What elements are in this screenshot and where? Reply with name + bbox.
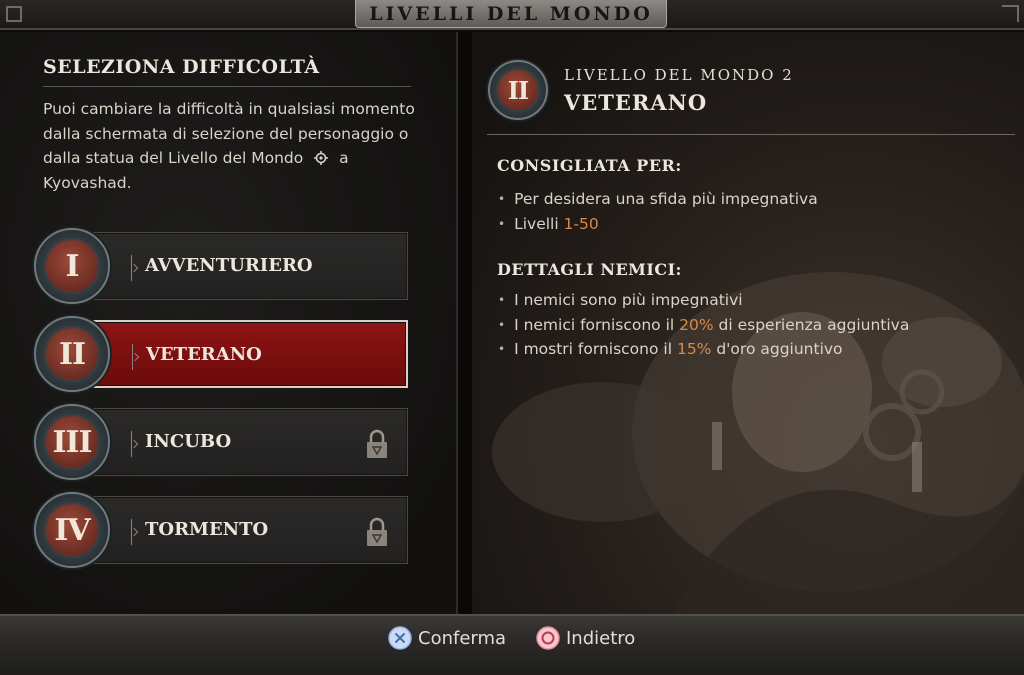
- separator-tick: [131, 519, 132, 545]
- cross-button-icon: [388, 626, 412, 650]
- tier-medal-face: IV: [44, 502, 100, 558]
- difficulty-description: Puoi cambiare la difficoltà in qualsiasi…: [43, 97, 418, 195]
- difficulty-button[interactable]: AVVENTURIERO: [90, 232, 408, 300]
- confirm-button[interactable]: Conferma: [388, 626, 506, 650]
- list-item-text: Per desidera una sfida più impegnativa: [514, 190, 818, 208]
- tier-medal-icon: I: [34, 228, 110, 304]
- separator-tick: [131, 431, 132, 457]
- list-item-text: I nemici sono più impegnativi: [514, 291, 743, 309]
- enemy-details-heading: DETTAGLI NEMICI:: [497, 260, 682, 279]
- title-plate: LIVELLI DEL MONDO: [355, 0, 667, 28]
- difficulty-option-incubo[interactable]: INCUBO III: [34, 404, 412, 480]
- back-label: Indietro: [566, 627, 636, 649]
- recommended-list: Per desidera una sfida più impegnativa L…: [498, 187, 818, 236]
- enemy-details-list: I nemici sono più impegnativi I nemici f…: [498, 288, 909, 362]
- list-item-text: Livelli: [514, 214, 564, 233]
- list-item-highlight: 20%: [679, 315, 714, 334]
- tier-medal-face: II: [44, 326, 100, 382]
- list-item: Livelli 1-50: [498, 212, 818, 237]
- difficulty-button[interactable]: TORMENTO: [90, 496, 408, 564]
- tier-medal-face: I: [44, 238, 100, 294]
- description-text: Puoi cambiare la difficoltà in qualsiasi…: [43, 100, 415, 167]
- difficulty-option-avventuriero[interactable]: AVVENTURIERO I: [34, 228, 412, 304]
- list-item-text: I nemici forniscono il: [514, 315, 680, 334]
- difficulty-label: TORMENTO: [145, 519, 269, 540]
- difficulty-button-selected[interactable]: VETERANO: [90, 320, 408, 388]
- list-item-highlight: 15%: [676, 340, 712, 358]
- tier-medal-icon: III: [34, 404, 110, 480]
- list-item: Per desidera una sfida più impegnativa: [498, 187, 818, 212]
- tier-numeral: II: [58, 336, 86, 372]
- tier-medal-icon: II: [34, 316, 110, 392]
- separator-tick: [131, 255, 132, 281]
- list-item-text-end: di esperienza aggiuntiva: [713, 315, 910, 334]
- list-item-text: I mostri forniscono il: [514, 340, 677, 358]
- separator-tick: [132, 344, 133, 370]
- tier-numeral: II: [507, 75, 529, 105]
- difficulty-label: INCUBO: [145, 431, 232, 452]
- tier-medal-face: III: [44, 414, 100, 470]
- page-title: LIVELLI DEL MONDO: [369, 2, 653, 25]
- panel-divider: [458, 32, 472, 614]
- section-heading: SELEZIONA DIFFICOLTÀ: [43, 56, 320, 78]
- tier-numeral: III: [52, 424, 92, 460]
- tier-medal-icon: IV: [34, 492, 110, 568]
- tier-medal-face: II: [496, 68, 540, 112]
- difficulty-button[interactable]: INCUBO: [90, 408, 408, 476]
- difficulty-option-veterano[interactable]: VETERANO II: [34, 316, 412, 392]
- corner-ornament-icon: [1002, 5, 1019, 22]
- list-item: I mostri forniscono il 15% d'oro aggiunt…: [498, 337, 909, 362]
- tier-numeral: IV: [54, 512, 90, 548]
- list-item-text-end: d'oro aggiuntivo: [711, 340, 843, 358]
- heading-divider: [43, 86, 411, 87]
- footer-bar: Conferma Indietro: [0, 614, 1024, 675]
- tier-medal-icon: II: [488, 60, 548, 120]
- list-item: I nemici sono più impegnativi: [498, 288, 909, 313]
- title-bar: LIVELLI DEL MONDO: [0, 0, 1024, 30]
- menu-corner-icon: [6, 6, 22, 22]
- lock-icon: [367, 429, 387, 458]
- list-item-highlight: 1-50: [563, 214, 599, 233]
- detail-divider: [487, 134, 1015, 135]
- confirm-label: Conferma: [418, 627, 507, 649]
- tier-numeral: I: [65, 248, 79, 284]
- world-tier-icon: [314, 151, 329, 165]
- world-tier-name: VETERANO: [564, 90, 708, 115]
- world-tier-subtitle: LIVELLO DEL MONDO 2: [564, 66, 794, 84]
- difficulty-option-tormento[interactable]: TORMENTO IV: [34, 492, 412, 568]
- lock-icon: [367, 517, 387, 546]
- list-item: I nemici forniscono il 20% di esperienza…: [498, 313, 909, 338]
- difficulty-label: VETERANO: [146, 344, 262, 365]
- difficulty-label: AVVENTURIERO: [145, 255, 313, 276]
- back-button[interactable]: Indietro: [536, 626, 635, 650]
- recommended-heading: CONSIGLIATA PER:: [497, 156, 682, 175]
- circle-button-icon: [536, 626, 560, 650]
